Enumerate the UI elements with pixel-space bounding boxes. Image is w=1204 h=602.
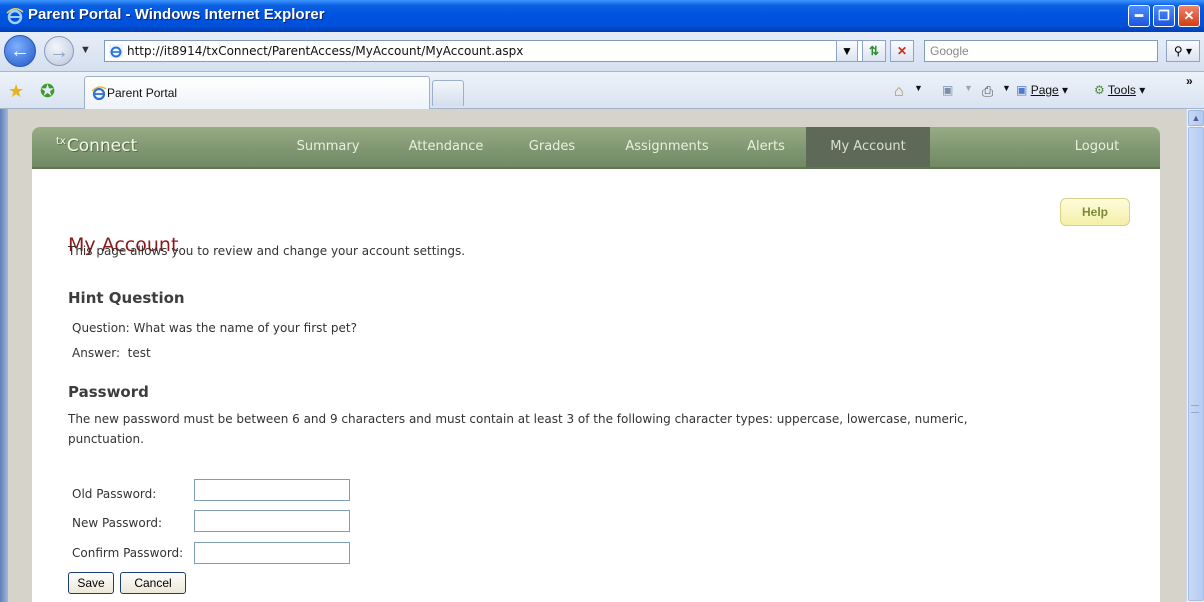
add-favorites-icon[interactable]: ✪ [40, 81, 55, 102]
nav-grades[interactable]: Grades [518, 127, 586, 167]
print-icon[interactable]: ⎙ [982, 83, 993, 100]
favorites-star-icon[interactable]: ★ [8, 81, 24, 102]
question-row: Question: What was the name of your firs… [72, 321, 357, 335]
maximize-button[interactable]: ❐ [1153, 5, 1175, 27]
brand-prefix: tx [56, 136, 66, 147]
question-label: Question: [72, 321, 130, 335]
forward-button[interactable]: → [44, 36, 74, 66]
gear-icon: ⚙ [1094, 83, 1105, 97]
question-value: What was the name of your first pet? [133, 321, 357, 335]
address-toolbar: ← → ▼ http://it8914/txConnect/ParentAcce… [0, 32, 1204, 72]
page-icon: ▣ [1016, 83, 1028, 97]
content-panel [32, 169, 1160, 602]
new-tab-button[interactable] [432, 80, 464, 106]
nav-summary[interactable]: Summary [288, 127, 368, 167]
feeds-icon[interactable]: ▣ [942, 83, 953, 97]
stop-icon[interactable]: ✕ [890, 40, 914, 62]
page-menu-label: Page [1030, 83, 1059, 97]
page-menu[interactable]: ▣ Page ▾ [1016, 83, 1068, 97]
chevron-more-icon[interactable]: » [1186, 74, 1193, 88]
page-intro: This page allows you to review and chang… [68, 244, 466, 258]
home-dropdown-icon[interactable]: ▼ [914, 83, 923, 93]
home-icon[interactable]: ⌂ [894, 83, 904, 101]
page-ie-icon [109, 44, 123, 58]
tab-toolbar: ★ ✪ Parent Portal ⌂ ▼ ▣ ▼ ⎙ ▼ ▣ Page ▾ ⚙… [0, 72, 1204, 109]
minimize-button[interactable]: ━ [1128, 5, 1150, 27]
address-text: http://it8914/txConnect/ParentAccess/MyA… [127, 44, 524, 58]
answer-row: Answer: test [72, 346, 151, 360]
search-placeholder: Google [930, 44, 969, 58]
history-dropdown-icon[interactable]: ▼ [80, 44, 91, 56]
save-button[interactable]: Save [68, 572, 114, 594]
tab-parent-portal[interactable]: Parent Portal [84, 76, 430, 109]
tools-menu-label: Tools [1107, 83, 1136, 97]
brand-name: Connect [66, 136, 138, 156]
address-bar[interactable]: http://it8914/txConnect/ParentAccess/MyA… [104, 40, 864, 62]
vertical-scrollbar[interactable]: ▲ [1186, 109, 1204, 602]
search-input[interactable]: Google [924, 40, 1158, 62]
scrollbar-grip [1191, 405, 1199, 413]
tools-menu[interactable]: ⚙ Tools ▾ [1094, 83, 1145, 97]
nav-attendance[interactable]: Attendance [394, 127, 498, 167]
scrollbar-thumb[interactable] [1188, 127, 1204, 601]
password-rules-line2: punctuation. [68, 432, 144, 446]
window-title: Parent Portal - Windows Internet Explore… [28, 6, 325, 23]
window-frame-left [0, 109, 8, 602]
back-button[interactable]: ← [4, 35, 36, 67]
nav-alerts[interactable]: Alerts [736, 127, 796, 167]
tab-ie-icon [91, 86, 107, 101]
nav-my-account[interactable]: My Account [806, 127, 930, 167]
ie-logo-icon [6, 8, 24, 25]
password-heading: Password [68, 383, 149, 401]
answer-label: Answer: [72, 346, 121, 360]
help-button[interactable]: Help [1060, 198, 1130, 226]
password-rules-line1: The new password must be between 6 and 9… [68, 412, 968, 426]
window-titlebar: Parent Portal - Windows Internet Explore… [0, 0, 1204, 32]
scroll-up-icon[interactable]: ▲ [1188, 110, 1204, 126]
nav-logout[interactable]: Logout [1062, 127, 1132, 167]
cancel-button[interactable]: Cancel [120, 572, 186, 594]
old-password-field[interactable] [194, 479, 350, 501]
answer-value: test [127, 346, 151, 360]
portal-nav-bar: txConnect Summary Attendance Grades Assi… [32, 127, 1160, 169]
nav-assignments[interactable]: Assignments [612, 127, 722, 167]
tab-label: Parent Portal [107, 86, 178, 100]
close-window-button[interactable]: ✕ [1178, 5, 1200, 27]
new-password-field[interactable] [194, 510, 350, 532]
confirm-password-field[interactable] [194, 542, 350, 564]
refresh-icon[interactable]: ⇅ [862, 40, 886, 62]
old-password-label: Old Password: [72, 487, 157, 501]
hint-heading: Hint Question [68, 289, 185, 307]
new-password-label: New Password: [72, 516, 163, 530]
search-icon[interactable]: ⚲ ▾ [1166, 40, 1200, 62]
feeds-dropdown-icon[interactable]: ▼ [964, 83, 973, 93]
address-dropdown-button[interactable]: ▼ [836, 40, 858, 62]
confirm-password-label: Confirm Password: [72, 546, 184, 560]
print-dropdown-icon[interactable]: ▼ [1002, 83, 1011, 93]
txconnect-logo[interactable]: txConnect [56, 136, 137, 156]
